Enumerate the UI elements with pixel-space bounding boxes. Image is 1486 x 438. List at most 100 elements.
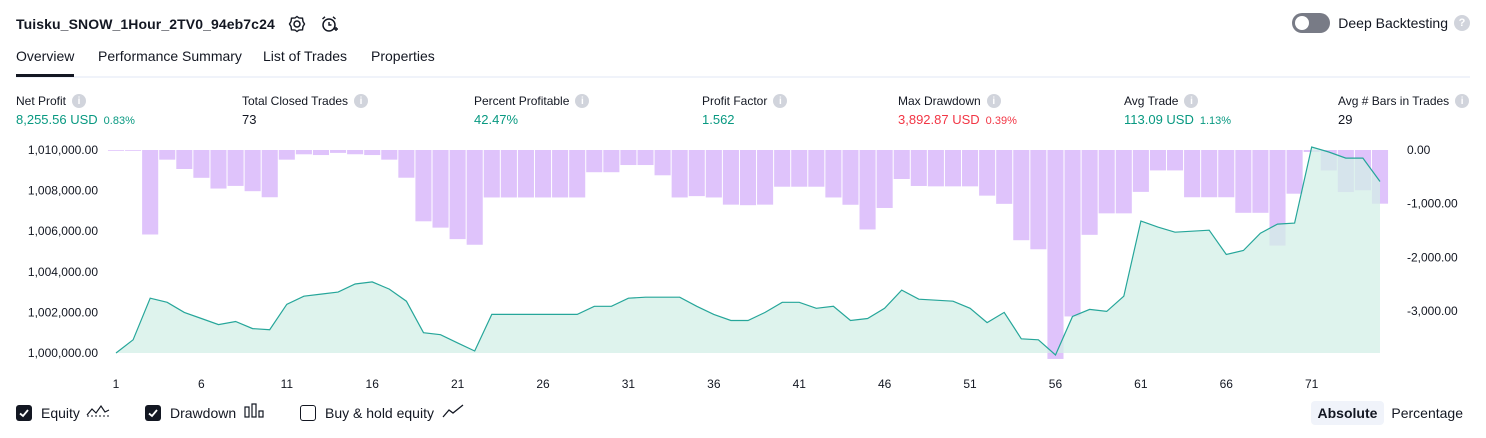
drawdown-bar xyxy=(364,150,381,156)
tab-performance-summary[interactable]: Performance Summary xyxy=(98,48,242,74)
drawdown-bar xyxy=(330,150,347,153)
drawdown-bar xyxy=(739,150,757,206)
equity-line-icon xyxy=(86,403,110,422)
deep-backtesting-label: Deep Backtesting xyxy=(1338,15,1448,31)
metric-avg-bars-in-trades: Avg # Bars in Trades i 29 xyxy=(1338,94,1470,127)
x-axis-tick: 6 xyxy=(198,377,205,391)
drawdown-bar xyxy=(1047,150,1064,359)
percentage-button[interactable]: Percentage xyxy=(1384,401,1470,425)
absolute-button[interactable]: Absolute xyxy=(1310,401,1385,425)
toggle-knob xyxy=(1295,16,1310,30)
drawdown-bars-icon xyxy=(244,403,264,422)
metric-label: Total Closed Trades xyxy=(242,94,349,108)
drawdown-bar xyxy=(295,150,312,155)
alarm-clock-icon[interactable] xyxy=(319,14,339,34)
info-icon[interactable]: i xyxy=(1455,94,1470,108)
drawdown-bar xyxy=(1252,150,1269,213)
drawdown-bar xyxy=(159,150,176,160)
drawdown-bar xyxy=(842,150,859,205)
drawdown-bar xyxy=(125,150,142,151)
drawdown-bar xyxy=(517,150,534,198)
drawdown-bar xyxy=(381,150,398,160)
drawdown-bar xyxy=(483,150,500,198)
metric-label: Net Profit xyxy=(16,94,67,108)
drawdown-bar xyxy=(1013,150,1030,241)
drawdown-bar xyxy=(210,150,227,189)
drawdown-bar xyxy=(705,150,722,198)
info-icon[interactable]: i xyxy=(1184,94,1199,108)
metric-total-closed-trades: Total Closed Trades i 73 xyxy=(242,94,369,127)
metric-value: 113.09 USD xyxy=(1124,112,1194,127)
drawdown-bar xyxy=(1149,150,1166,171)
help-icon[interactable]: ? xyxy=(1454,15,1470,31)
x-axis-tick: 61 xyxy=(1134,377,1148,391)
drawdown-bar xyxy=(1235,150,1252,213)
drawdown-bar xyxy=(1098,150,1115,214)
metric-value: 42.47% xyxy=(474,112,519,127)
drawdown-bar xyxy=(1269,150,1286,246)
drawdown-bar xyxy=(910,150,927,186)
right-axis-tick: -1,000.00 xyxy=(1407,197,1458,211)
metric-max-drawdown: Max Drawdown i 3,892.87 USD 0.39% xyxy=(898,94,1017,127)
drawdown-bar xyxy=(637,150,654,166)
left-axis-tick: 1,008,000.00 xyxy=(28,184,98,198)
drawdown-bar xyxy=(774,150,791,187)
right-axis-tick: 0.00 xyxy=(1407,143,1431,157)
metric-value: 73 xyxy=(242,112,257,127)
deep-backtesting-toggle[interactable] xyxy=(1292,13,1331,33)
metric-label: Avg Trade xyxy=(1124,94,1179,108)
drawdown-bar xyxy=(1166,150,1184,171)
equity-checkbox[interactable] xyxy=(16,404,32,421)
drawdown-bar xyxy=(552,150,569,198)
metric-percent: 0.83% xyxy=(103,115,135,127)
right-axis-tick: -3,000.00 xyxy=(1407,304,1458,318)
drawdown-bar xyxy=(944,150,962,187)
drawdown-bar xyxy=(996,150,1013,204)
info-icon[interactable]: i xyxy=(773,94,788,108)
legend-buy-hold-equity[interactable]: Buy & hold equity xyxy=(300,403,464,422)
drawdown-bar xyxy=(1218,150,1235,198)
drawdown-bar xyxy=(620,150,637,166)
deep-backtesting: Deep Backtesting ? xyxy=(1292,13,1470,33)
drawdown-bar xyxy=(1354,150,1371,191)
buy-hold-checkbox[interactable] xyxy=(300,404,316,421)
drawdown-bar xyxy=(107,150,125,151)
tab-list-of-trades[interactable]: List of Trades xyxy=(263,48,347,74)
info-icon[interactable]: i xyxy=(72,94,87,108)
info-icon[interactable]: i xyxy=(575,94,590,108)
info-icon[interactable]: i xyxy=(354,94,369,108)
x-axis-tick: 71 xyxy=(1305,377,1319,391)
drawdown-bar xyxy=(278,150,295,160)
legend-equity[interactable]: Equity xyxy=(16,403,110,422)
drawdown-bar xyxy=(347,150,364,155)
x-axis-tick: 11 xyxy=(281,377,294,391)
drawdown-bar xyxy=(466,150,483,245)
drawdown-bar xyxy=(1320,150,1337,171)
drawdown-bar xyxy=(449,150,466,240)
legend-drawdown[interactable]: Drawdown xyxy=(145,403,264,422)
metric-value: 3,892.87 USD xyxy=(898,112,980,127)
drawdown-checkbox[interactable] xyxy=(145,404,161,421)
left-axis-tick: 1,004,000.00 xyxy=(28,265,98,279)
drawdown-bar xyxy=(825,150,842,198)
x-axis-tick: 26 xyxy=(536,377,550,391)
tab-overview[interactable]: Overview xyxy=(16,48,75,77)
drawdown-bar xyxy=(244,150,261,192)
legend-equity-label: Equity xyxy=(41,404,80,421)
buy-hold-line-icon xyxy=(442,403,464,422)
drawdown-bar xyxy=(1201,150,1218,198)
metric-label: Avg # Bars in Trades xyxy=(1338,94,1450,108)
left-axis-tick: 1,000,000.00 xyxy=(28,346,98,360)
drawdown-bar xyxy=(688,150,705,197)
display-mode-switch: Absolute Percentage xyxy=(1310,401,1471,425)
left-axis-tick: 1,002,000.00 xyxy=(28,305,98,319)
x-axis-tick: 21 xyxy=(451,377,465,391)
drawdown-bar xyxy=(962,150,979,187)
info-icon[interactable]: i xyxy=(986,94,1001,108)
right-axis-tick: -2,000.00 xyxy=(1407,250,1458,264)
gear-icon[interactable] xyxy=(287,14,307,34)
drawdown-bar xyxy=(586,150,603,173)
metric-avg-trade: Avg Trade i 113.09 USD 1.13% xyxy=(1124,94,1231,127)
drawdown-bar xyxy=(1184,150,1201,198)
tab-properties[interactable]: Properties xyxy=(371,48,435,74)
